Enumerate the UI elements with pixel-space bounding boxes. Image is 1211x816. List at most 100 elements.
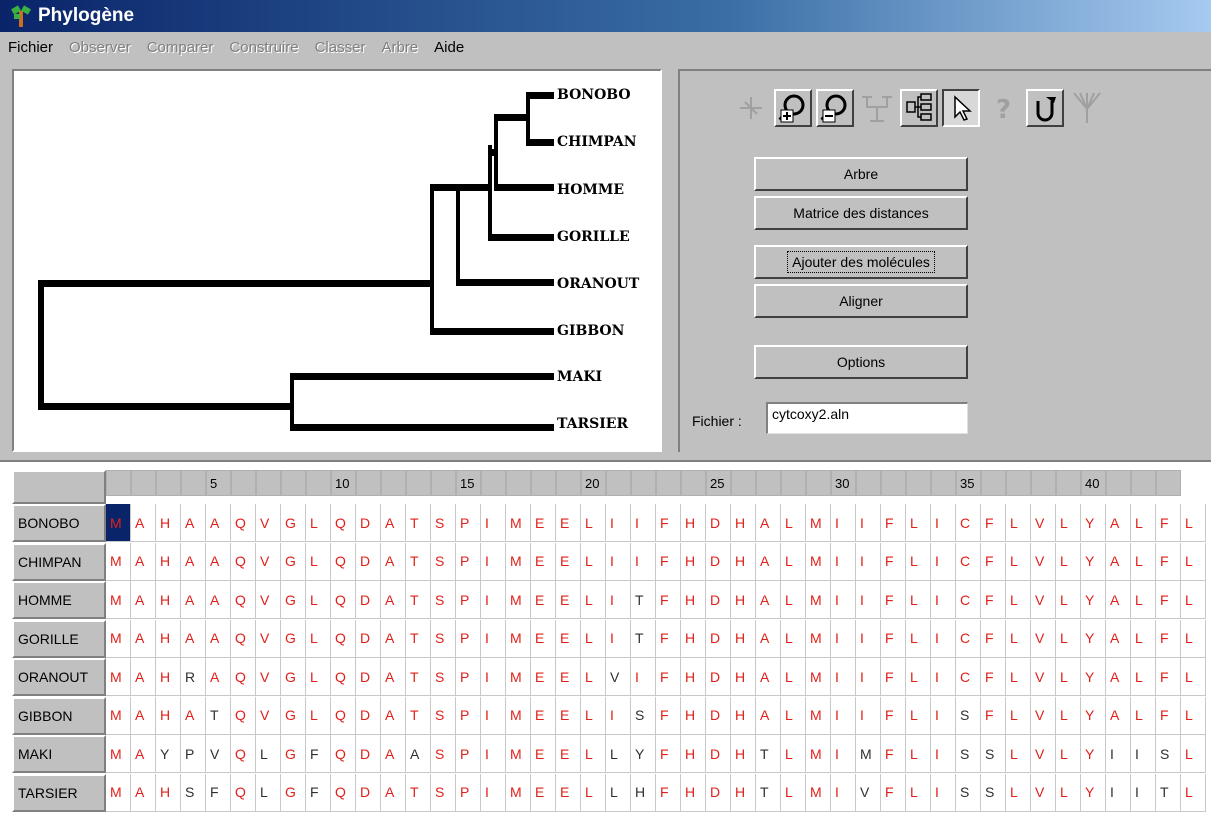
residue-cell[interactable]: L — [1056, 735, 1081, 773]
residue-cell[interactable]: D — [356, 735, 381, 773]
residue-cell[interactable]: Q — [231, 581, 256, 619]
residue-cell[interactable]: A — [756, 619, 781, 658]
residue-cell[interactable]: T — [631, 581, 656, 619]
residue-cell[interactable]: I — [481, 619, 506, 658]
residue-cell[interactable]: Q — [231, 658, 256, 696]
column-number[interactable] — [631, 470, 656, 496]
rotate-icon[interactable] — [1026, 89, 1064, 127]
residue-cell[interactable]: L — [1131, 504, 1156, 542]
sequence-name[interactable]: BONOBO — [12, 504, 106, 542]
residue-cell[interactable]: Y — [1081, 542, 1106, 581]
column-number[interactable]: 30 — [831, 470, 856, 496]
residue-cell[interactable]: I — [931, 542, 956, 581]
residue-cell[interactable]: E — [556, 581, 581, 619]
residue-cell[interactable]: I — [481, 735, 506, 773]
residue-cell[interactable]: C — [956, 542, 981, 581]
residue-cell[interactable]: P — [456, 504, 481, 542]
residue-cell[interactable]: Q — [331, 735, 356, 773]
residue-cell[interactable]: V — [256, 581, 281, 619]
residue-cell[interactable]: F — [1156, 542, 1181, 581]
residue-cell[interactable]: L — [581, 581, 606, 619]
residue-cell[interactable]: I — [931, 696, 956, 735]
residue-cell[interactable]: M — [806, 581, 831, 619]
residue-cell[interactable]: Y — [1081, 658, 1106, 696]
residue-cell[interactable]: Y — [1081, 773, 1106, 812]
residue-cell[interactable]: E — [531, 696, 556, 735]
residue-cell[interactable]: Y — [1081, 735, 1106, 773]
residue-cell[interactable]: H — [156, 773, 181, 812]
column-number[interactable] — [281, 470, 306, 496]
residue-cell[interactable]: A — [381, 504, 406, 542]
residue-cell[interactable]: H — [731, 773, 756, 812]
residue-cell[interactable]: E — [556, 619, 581, 658]
residue-cell[interactable]: L — [906, 504, 931, 542]
residue-cell[interactable]: E — [556, 542, 581, 581]
residue-cell[interactable]: H — [731, 696, 756, 735]
tree-leaf-tarsier[interactable]: TARSIER — [557, 416, 628, 432]
tree-leaf-maki[interactable]: MAKI — [557, 369, 602, 385]
residue-cell[interactable]: M — [106, 542, 131, 581]
tree-leaf-bonobo[interactable]: BONOBO — [557, 87, 631, 103]
residue-cell[interactable]: F — [1156, 504, 1181, 542]
residue-cell[interactable]: A — [381, 542, 406, 581]
column-number[interactable] — [256, 470, 281, 496]
residue-cell[interactable]: T — [406, 619, 431, 658]
residue-cell[interactable]: I — [931, 773, 956, 812]
residue-cell[interactable]: I — [931, 658, 956, 696]
residue-cell[interactable]: I — [631, 542, 656, 581]
residue-cell[interactable]: L — [1006, 696, 1031, 735]
column-number[interactable] — [131, 470, 156, 496]
menu-aide[interactable]: Aide — [434, 39, 464, 56]
residue-cell[interactable]: H — [681, 696, 706, 735]
residue-cell[interactable]: E — [531, 773, 556, 812]
residue-cell[interactable]: V — [1031, 696, 1056, 735]
column-number[interactable] — [781, 470, 806, 496]
residue-cell[interactable]: A — [181, 581, 206, 619]
residue-cell[interactable]: S — [431, 773, 456, 812]
column-number[interactable] — [756, 470, 781, 496]
residue-cell[interactable]: G — [281, 581, 306, 619]
residue-cell[interactable]: E — [531, 735, 556, 773]
column-number[interactable] — [681, 470, 706, 496]
residue-cell[interactable]: H — [156, 619, 181, 658]
residue-cell[interactable]: L — [306, 504, 331, 542]
residue-cell[interactable]: I — [931, 581, 956, 619]
residue-cell[interactable]: T — [406, 696, 431, 735]
column-number[interactable]: 35 — [956, 470, 981, 496]
residue-cell[interactable]: I — [831, 735, 856, 773]
residue-cell[interactable]: H — [681, 619, 706, 658]
residue-cell[interactable]: L — [906, 542, 931, 581]
column-number[interactable] — [156, 470, 181, 496]
residue-cell[interactable]: L — [256, 735, 281, 773]
column-number[interactable] — [381, 470, 406, 496]
residue-cell[interactable]: V — [1031, 773, 1056, 812]
residue-cell[interactable]: I — [606, 542, 631, 581]
residue-cell[interactable]: F — [1156, 619, 1181, 658]
residue-cell[interactable]: Q — [331, 696, 356, 735]
residue-cell[interactable]: Y — [631, 735, 656, 773]
column-number[interactable] — [1056, 470, 1081, 496]
arbre-button[interactable]: Arbre — [754, 157, 968, 191]
residue-cell[interactable]: F — [656, 735, 681, 773]
column-number[interactable]: 25 — [706, 470, 731, 496]
residue-cell[interactable]: Q — [331, 619, 356, 658]
residue-cell[interactable]: Q — [331, 658, 356, 696]
column-number[interactable]: 40 — [1081, 470, 1106, 496]
residue-cell[interactable]: D — [706, 542, 731, 581]
residue-cell[interactable]: L — [1181, 773, 1206, 812]
column-number[interactable] — [931, 470, 956, 496]
residue-cell[interactable]: A — [1106, 619, 1131, 658]
column-number[interactable] — [731, 470, 756, 496]
residue-cell[interactable]: P — [456, 542, 481, 581]
residue-cell[interactable]: F — [881, 504, 906, 542]
residue-cell[interactable]: A — [181, 619, 206, 658]
residue-cell[interactable]: M — [506, 542, 531, 581]
help-icon[interactable]: ? — [984, 89, 1022, 127]
residue-cell[interactable]: M — [506, 504, 531, 542]
residue-cell[interactable]: L — [1181, 735, 1206, 773]
residue-cell[interactable]: L — [781, 773, 806, 812]
residue-cell[interactable]: M — [106, 658, 131, 696]
residue-cell[interactable]: H — [731, 504, 756, 542]
residue-cell[interactable]: M — [106, 504, 131, 542]
residue-cell[interactable]: G — [281, 696, 306, 735]
